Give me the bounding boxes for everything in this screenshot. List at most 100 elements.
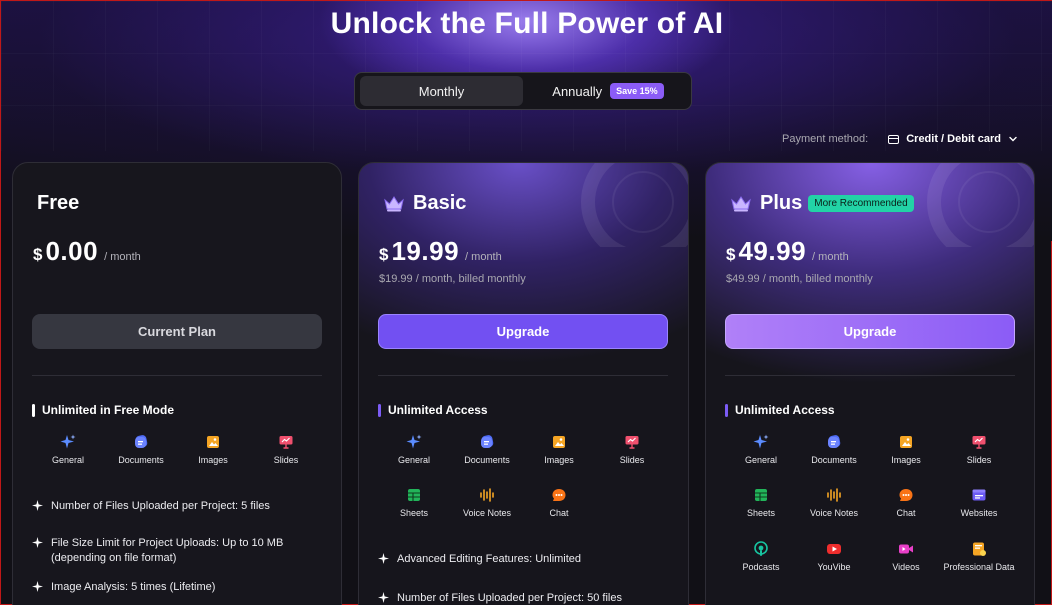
sparkle-bullet-icon bbox=[32, 537, 43, 548]
bullet-item: Number of Files Uploaded per Project: 5 … bbox=[32, 499, 328, 514]
documents-icon bbox=[828, 435, 841, 448]
payment-method-select[interactable]: Credit / Debit card bbox=[906, 133, 1001, 145]
plan-name: Free bbox=[37, 192, 79, 215]
decorative-ring bbox=[581, 163, 688, 247]
feature-label: Documents bbox=[811, 455, 857, 465]
feature-slides: Slides bbox=[943, 434, 1015, 465]
feature-label: General bbox=[744, 455, 778, 465]
annually-toggle-option[interactable]: Annually Save 15% bbox=[533, 76, 683, 106]
feature-label: General bbox=[397, 455, 431, 465]
upgrade-basic-button[interactable]: Upgrade bbox=[378, 314, 668, 349]
bullet-text: Image Analysis: 5 times (Lifetime) bbox=[51, 581, 216, 593]
feature-label: Images bbox=[198, 455, 228, 465]
divider bbox=[725, 375, 1015, 376]
data-report-icon bbox=[973, 542, 986, 556]
feature-label: Images bbox=[544, 455, 574, 465]
plan-name-text: Free bbox=[37, 192, 80, 214]
feature-label: Sheets bbox=[746, 508, 776, 518]
chat-bubble-icon bbox=[899, 489, 913, 501]
feature-youvibe: YouVibe bbox=[798, 541, 870, 572]
section-bar bbox=[378, 403, 381, 417]
feature-sheets: Sheets bbox=[725, 487, 797, 518]
chevron-down-icon[interactable] bbox=[1008, 134, 1018, 144]
price-amount: 0.00 bbox=[45, 236, 99, 266]
payment-method: Payment method: Credit / Debit card bbox=[782, 131, 1042, 147]
upgrade-plus-button[interactable]: Upgrade bbox=[725, 314, 1015, 349]
price-amount: 19.99 bbox=[391, 236, 460, 266]
feature-label: Chat bbox=[896, 508, 916, 518]
section-title-text: Unlimited Access bbox=[388, 403, 488, 417]
section-title: Unlimited Access bbox=[725, 403, 835, 417]
slides-icon bbox=[279, 436, 293, 449]
feature-voice-notes: Voice Notes bbox=[798, 487, 870, 518]
feature-label: YouVibe bbox=[817, 562, 851, 572]
website-icon bbox=[972, 489, 986, 501]
section-title: Unlimited in Free Mode bbox=[32, 403, 174, 417]
feature-label: Professional Data bbox=[943, 562, 1015, 572]
soundwave-icon bbox=[827, 488, 841, 502]
feature-voice-notes: Voice Notes bbox=[451, 487, 523, 518]
feature-slides: Slides bbox=[250, 434, 322, 465]
chat-bubble-icon bbox=[552, 489, 566, 501]
feature-label: General bbox=[51, 455, 85, 465]
image-icon bbox=[207, 436, 219, 448]
plan-name: Basic bbox=[383, 192, 466, 215]
section-title-text: Unlimited in Free Mode bbox=[42, 403, 175, 417]
bullet-item: Image Analysis: 5 times (Lifetime) bbox=[32, 580, 328, 595]
feature-chat: Chat bbox=[870, 487, 942, 518]
feature-label: Voice Notes bbox=[462, 508, 512, 518]
page-title: Unlock the Full Power of AI bbox=[330, 7, 724, 40]
billing-note: $49.99 / month, billed monthly bbox=[726, 273, 873, 285]
billing-toggle: Monthly Annually Save 15% bbox=[354, 72, 692, 110]
save-badge: Save 15% bbox=[610, 83, 664, 99]
bullet-text: Number of Files Uploaded per Project: 50… bbox=[397, 592, 622, 604]
monthly-label: Monthly bbox=[418, 83, 465, 99]
feature-label: Images bbox=[891, 455, 921, 465]
feature-label: Podcasts bbox=[742, 562, 780, 572]
feature-professional-data: Professional Data bbox=[943, 541, 1015, 572]
divider bbox=[32, 375, 322, 376]
sparkle-icon bbox=[406, 434, 422, 449]
plan-card-free: Free $ 0.00 / month Current Plan Unlimit… bbox=[12, 162, 342, 605]
sheets-icon bbox=[755, 489, 767, 501]
feature-websites: Websites bbox=[943, 487, 1015, 518]
credit-card-icon bbox=[888, 134, 900, 144]
video-camera-icon bbox=[899, 544, 913, 554]
sparkle-bullet-icon bbox=[32, 581, 43, 592]
currency-symbol: $ bbox=[379, 245, 389, 264]
feature-documents: Documents bbox=[451, 434, 523, 465]
feature-label: Chat bbox=[549, 508, 569, 518]
feature-images: Images bbox=[177, 434, 249, 465]
plan-name-text: Basic bbox=[413, 192, 467, 214]
feature-label: Voice Notes bbox=[809, 508, 859, 518]
sparkle-bullet-icon bbox=[32, 500, 43, 511]
image-icon bbox=[553, 436, 565, 448]
price: $ 0.00 / month bbox=[33, 236, 141, 267]
sparkle-icon bbox=[60, 434, 76, 449]
feature-podcasts: Podcasts bbox=[725, 541, 797, 572]
monthly-toggle-option[interactable]: Monthly bbox=[360, 76, 523, 106]
feature-documents: Documents bbox=[105, 434, 177, 465]
section-bar bbox=[725, 403, 728, 417]
section-title: Unlimited Access bbox=[378, 403, 488, 417]
plan-name-text: Plus bbox=[760, 192, 803, 214]
documents-icon bbox=[481, 435, 494, 448]
image-icon bbox=[900, 436, 912, 448]
feature-label: Slides bbox=[966, 455, 992, 465]
payment-method-label: Payment method: bbox=[782, 133, 869, 145]
current-plan-button[interactable]: Current Plan bbox=[32, 314, 322, 349]
currency-symbol: $ bbox=[726, 245, 736, 264]
slides-icon bbox=[625, 436, 639, 449]
plan-card-plus: Plus More Recommended $ 49.99 / month $4… bbox=[705, 162, 1035, 605]
feature-chat: Chat bbox=[523, 487, 595, 518]
feature-label: Websites bbox=[960, 508, 998, 518]
sparkle-bullet-icon bbox=[378, 553, 389, 564]
price-period: / month bbox=[465, 251, 502, 263]
plan-name: Plus More Recommended bbox=[730, 192, 914, 215]
price: $ 49.99 / month bbox=[726, 236, 849, 267]
feature-sheets: Sheets bbox=[378, 487, 450, 518]
sheets-icon bbox=[408, 489, 420, 501]
recommended-badge: More Recommended bbox=[808, 195, 914, 212]
podcast-icon bbox=[754, 541, 768, 556]
sparkle-bullet-icon bbox=[378, 592, 389, 603]
